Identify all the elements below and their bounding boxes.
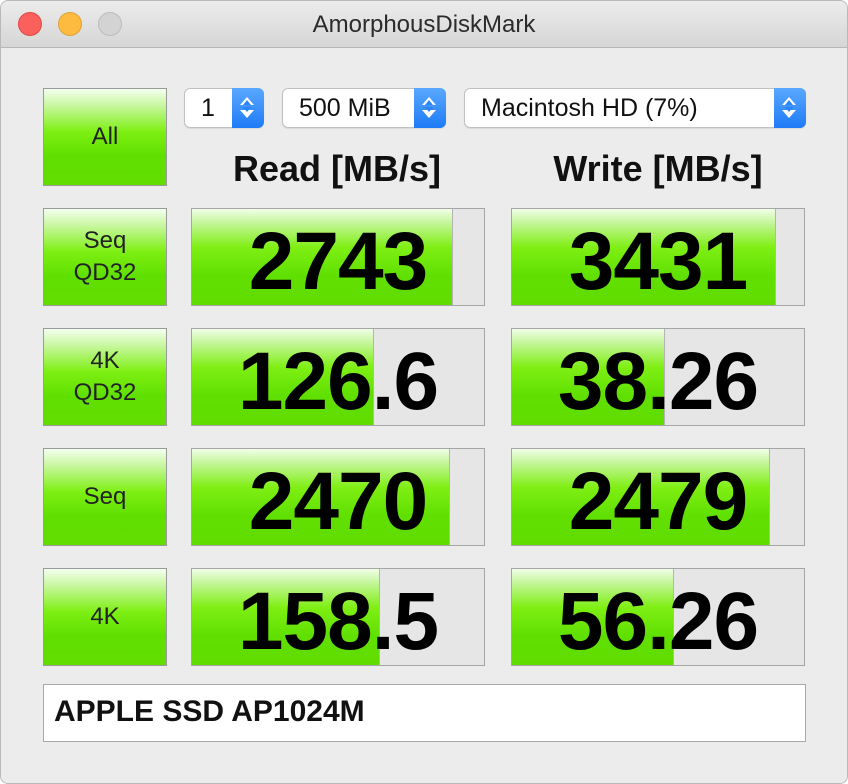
4k-button[interactable]: 4K: [43, 568, 167, 666]
seq-read-result: 2470: [191, 448, 485, 546]
drive-value: Macintosh HD (7%): [481, 94, 698, 122]
4k-qd32-read-value: 126.6: [237, 336, 439, 426]
size-stepper-icon: [414, 88, 446, 128]
count-value: 1: [201, 94, 215, 122]
4k-read-value: 158.5: [237, 576, 439, 666]
write-header: Write [MB/s]: [553, 148, 763, 189]
4k-qd32-write-result: 38.26: [511, 328, 805, 426]
drive-select[interactable]: Macintosh HD (7%): [464, 88, 806, 128]
main-panel: All Seq QD32 4K QD32 Seq 4K 1 500 MiB Ma…: [1, 48, 847, 783]
seq-button[interactable]: Seq: [43, 448, 167, 546]
seq-write-result: 2479: [511, 448, 805, 546]
read-header: Read [MB/s]: [232, 148, 442, 189]
app-window: AmorphousDiskMark All Seq QD32 4K QD32 S…: [0, 0, 848, 784]
title-bar: AmorphousDiskMark: [1, 1, 847, 48]
4k-qd32-write-value: 38.26: [557, 336, 759, 426]
seq-qd32-write-result: 3431: [511, 208, 805, 306]
seq-qd32-read-result: 2743: [191, 208, 485, 306]
size-select[interactable]: 500 MiB: [282, 88, 446, 128]
device-name-field: APPLE SSD AP1024M: [43, 684, 806, 742]
all-button[interactable]: All: [43, 88, 167, 186]
seq-qd32-write-value: 3431: [568, 216, 748, 306]
size-value: 500 MiB: [299, 94, 391, 122]
seq-write-value: 2479: [568, 456, 748, 546]
seq-qd32-label-line1: Seq: [83, 227, 127, 254]
4k-qd32-button[interactable]: 4K QD32: [43, 328, 167, 426]
4k-button-label: 4K: [90, 603, 120, 630]
window-title: AmorphousDiskMark: [312, 11, 536, 38]
4k-qd32-label-line1: 4K: [90, 347, 120, 374]
4k-write-result: 56.26: [511, 568, 805, 666]
count-stepper-icon: [232, 88, 264, 128]
seq-button-label: Seq: [83, 483, 127, 510]
4k-read-result: 158.5: [191, 568, 485, 666]
all-button-label: All: [91, 123, 119, 150]
seq-qd32-read-value: 2743: [248, 216, 428, 306]
4k-qd32-read-result: 126.6: [191, 328, 485, 426]
seq-qd32-button[interactable]: Seq QD32: [43, 208, 167, 306]
seq-read-value: 2470: [248, 456, 428, 546]
seq-qd32-label-line2: QD32: [73, 259, 137, 286]
4k-qd32-label-line2: QD32: [73, 379, 137, 406]
count-select[interactable]: 1: [184, 88, 264, 128]
4k-write-value: 56.26: [557, 576, 759, 666]
drive-stepper-icon: [774, 88, 806, 128]
